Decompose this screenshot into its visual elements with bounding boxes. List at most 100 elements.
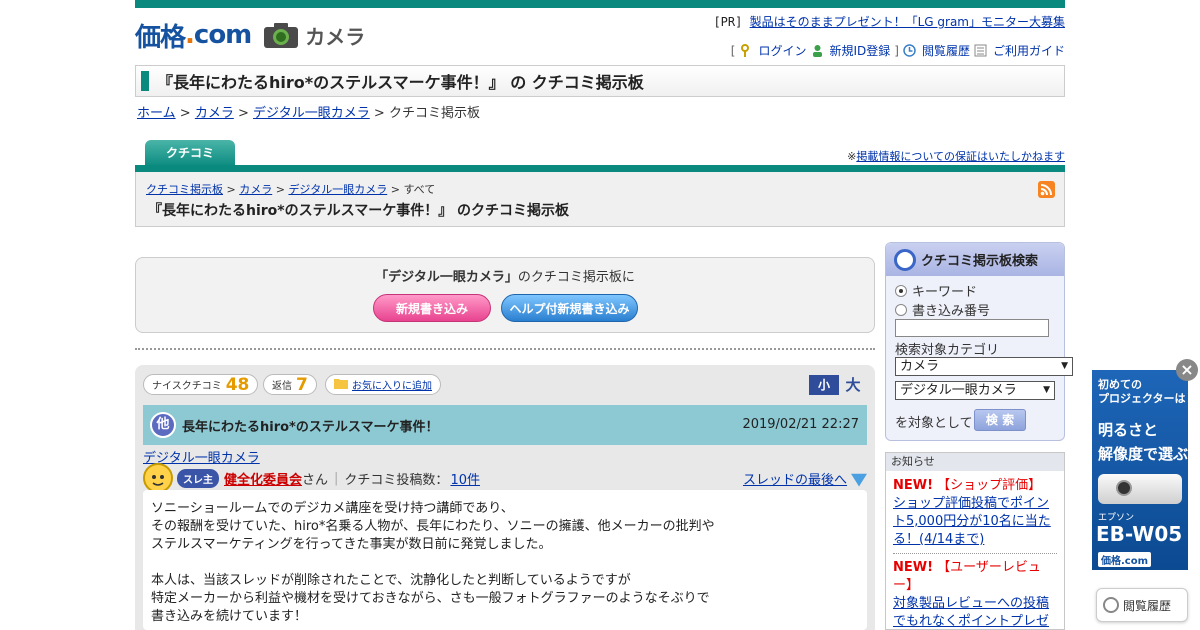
font-small-button[interactable]: 小 [809,375,839,395]
subcrumb-sep: > [226,183,236,196]
history-link[interactable]: 閲覧履歴 [922,42,970,59]
thread-date: 2019/02/21 22:27 [742,417,859,432]
pr-link[interactable]: 製品はそのままプレゼント！「LG gram」モニター大募集 [750,15,1065,29]
projector-ad[interactable]: 初めての プロジェクターは 明るさと 解像度で選ぶ エプソン EB-W05 価格… [1092,370,1188,570]
thread-header: 他 長年にわたるhiro*のステルスマーケ事件！ 2019/02/21 22:2… [143,405,867,445]
reply-count: 7 [296,374,308,395]
ad-model: EB-W05 [1096,522,1183,546]
subcategory-select[interactable]: デジタル一眼カメラ [895,381,1055,400]
title-box: 『長年にわたるhiro*のステルスマーケ事件！』 の クチコミ掲示板 [135,65,1065,97]
notice-item[interactable]: NEW! 【ショップ評価】 ショップ評価投稿でポイント5,000円分が10名に当… [893,477,1057,549]
notice-item[interactable]: NEW! 【ユーザーレビュー】 対象製品レビューへの投稿でもれなくポイントプレゼ [893,559,1057,629]
post-box-category: 「デジタル一眼カメラ」 [375,270,518,285]
breadcrumb-camera[interactable]: カメラ [195,106,234,121]
notice-link[interactable]: 対象製品レビューへの投稿でもれなくポイントプレゼ [893,596,1049,629]
post-count-link[interactable]: 10件 [450,469,480,488]
last-post-link[interactable]: スレッドの最後へ [743,469,847,488]
breadcrumb-sep: > [179,106,191,121]
breadcrumb-dslr[interactable]: デジタル一眼カメラ [253,106,370,121]
thread-panel: ナイスクチコミ 48 返信 7 お気に入りに追加 小 大 他 長年にわたるhir… [135,365,875,630]
subcrumb-dslr[interactable]: デジタル一眼カメラ [288,183,387,196]
logo-com-text: .com [185,20,252,50]
history-float-button[interactable]: 閲覧履歴 [1096,588,1188,622]
post-count-label: クチコミ投稿数： [344,472,449,488]
username-link[interactable]: 健全化委員会 [224,469,302,488]
login-link[interactable]: ログイン [758,42,806,59]
radio-number-dot[interactable] [895,303,907,316]
category-label: 検索対象カテゴリ [895,343,1000,358]
search-title: クチコミ掲示板検索 [921,254,1039,269]
thread-title: 長年にわたるhiro*のステルスマーケ事件！ [182,419,439,435]
site-logo[interactable]: 価格 .com カメラ [135,18,365,53]
history-icon [903,44,916,57]
body-line: ソニーショールームでのデジカメ講座を受け持つ講師であり、 [151,501,514,516]
thread-starter-badge: スレ主 [177,468,219,488]
guarantee-link[interactable]: 掲載情報についての保証はいたしかねます [856,150,1065,163]
radio-keyword[interactable]: キーワード [895,281,977,300]
search-icon [894,248,916,271]
favorite-link[interactable]: お気に入りに追加 [352,377,432,392]
dotted-divider [135,348,875,350]
board-title: 『長年にわたるhiro*のステルスマーケ事件！』 のクチコミ掲示板 [148,203,570,219]
projector-image [1098,474,1182,504]
favorite-chip[interactable]: お気に入りに追加 [325,374,441,395]
post-box-text: 「デジタル一眼カメラ」のクチコミ掲示板に [136,266,874,285]
subcrumb-board[interactable]: クチコミ掲示板 [146,183,223,196]
radio-post-number[interactable]: 書き込み番号 [895,300,990,319]
nav-close-bracket: ] [894,43,899,58]
body-line: 特定メーカーから利益や機材を受けておきながら、さも一般フォトグラファーのようなそ… [151,591,710,606]
help-post-button[interactable]: ヘルプ付新規書き込み [501,294,638,322]
breadcrumb: ホーム > カメラ > デジタル一眼カメラ > クチコミ掲示板 [137,102,480,121]
guide-link[interactable]: ご利用ガイド [993,42,1065,59]
breadcrumb-current: クチコミ掲示板 [388,106,480,121]
notice-header: お知らせ [886,453,1064,471]
pr-banner: [PR] 製品はそのままプレゼント！「LG gram」モニター大募集 [713,13,1065,30]
search-input[interactable] [895,319,1049,337]
new-label: NEW! [893,560,934,575]
post-box-label: のクチコミ掲示板に [517,270,635,285]
rss-icon[interactable] [1038,181,1055,198]
guarantee-notice: ※掲載情報についての保証はいたしかねます [847,148,1065,164]
breadcrumb-sep: > [373,106,385,121]
notice-link[interactable]: ショップ評価投稿でポイント5,000円分が10名に当たる！(4/14まで) [893,496,1051,547]
honorific: さん [302,472,329,488]
nice-label: ナイスクチコミ [152,381,222,392]
register-link[interactable]: 新規ID登録 [830,42,891,59]
notice-tag: 【ショップ評価】 [937,478,1042,493]
body-line: ステルスマーケティングを行ってきた事実が数日前に発覚しました。 [151,537,552,552]
notice-panel: お知らせ NEW! 【ショップ評価】 ショップ評価投稿でポイント5,000円分が… [885,452,1065,630]
radio-keyword-dot[interactable] [895,284,907,297]
section-label[interactable]: カメラ [305,21,365,50]
font-large-button[interactable]: 大 [839,375,867,395]
new-post-button[interactable]: 新規書き込み [373,294,491,322]
breadcrumb-sep: > [237,106,249,121]
body-line [151,554,859,572]
clock-icon [1103,597,1119,613]
logo-kakaku-text: 価格 [135,22,186,53]
notice-divider [893,553,1057,554]
search-header: クチコミ掲示板検索 [886,243,1064,276]
ad-line: 初めての [1098,378,1142,391]
logo-dot: . [185,20,195,50]
folder-icon [334,377,348,392]
tab-kuchikomi[interactable]: クチコミ [145,140,235,167]
subcrumb-camera[interactable]: カメラ [239,183,272,196]
avatar [143,463,173,493]
ad-subline: 明るさと 解像度で選ぶ [1098,418,1188,466]
body-line: 書き込みを続けています！ [151,609,308,624]
key-icon [739,44,752,57]
search-button[interactable]: 検 索 [974,409,1026,431]
close-icon[interactable]: × [1176,359,1198,381]
arrow-down-icon [851,473,867,487]
search-panel: クチコミ掲示板検索 キーワード 書き込み番号 検索対象カテゴリ カメラ デジタル… [885,242,1073,441]
pr-tag: [PR] [713,15,743,29]
go-to-last[interactable]: スレッドの最後へ [743,469,867,488]
nice-count: 48 [225,374,250,395]
breadcrumb-home[interactable]: ホーム [137,106,176,121]
nice-chip: ナイスクチコミ 48 [143,374,259,395]
row-separator: | [334,470,339,486]
sub-breadcrumb: クチコミ掲示板 > カメラ > デジタル一眼カメラ > すべて [146,181,435,197]
category-select[interactable]: カメラ [895,357,1073,376]
guide-icon [974,44,987,57]
ad-line: 解像度で選ぶ [1098,445,1188,463]
